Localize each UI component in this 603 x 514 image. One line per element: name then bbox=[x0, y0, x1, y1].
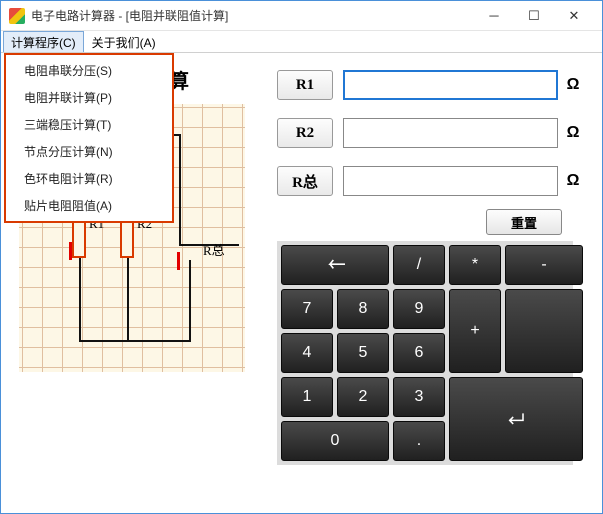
key-4[interactable]: 4 bbox=[281, 333, 333, 373]
key-6[interactable]: 6 bbox=[393, 333, 445, 373]
key-subtract[interactable]: - bbox=[505, 245, 583, 285]
key-2[interactable]: 2 bbox=[337, 377, 389, 417]
key-0[interactable]: 0 bbox=[281, 421, 389, 461]
close-button[interactable]: ✕ bbox=[554, 2, 594, 30]
key-3[interactable]: 3 bbox=[393, 377, 445, 417]
key-add[interactable]: + bbox=[449, 289, 501, 373]
unit-r2: Ω bbox=[562, 124, 584, 142]
menu-calc[interactable]: 计算程序(C) 电阻串联分压(S) 电阻并联计算(P) 三端稳压计算(T) 节点… bbox=[3, 31, 84, 52]
key-9[interactable]: 9 bbox=[393, 289, 445, 329]
key-multiply[interactable]: * bbox=[449, 245, 501, 285]
key-5[interactable]: 5 bbox=[337, 333, 389, 373]
key-backspace[interactable] bbox=[281, 245, 389, 285]
field-row-r2: R2 Ω bbox=[277, 113, 584, 153]
label-r1: R1 bbox=[277, 70, 333, 100]
field-row-rtotal: R总 Ω bbox=[277, 161, 584, 201]
menu-about-label: 关于我们(A) bbox=[92, 36, 156, 50]
menu-calc-dropdown: 电阻串联分压(S) 电阻并联计算(P) 三端稳压计算(T) 节点分压计算(N) … bbox=[4, 53, 174, 223]
window-title: 电子电路计算器 - [电阻并联阻值计算] bbox=[31, 7, 474, 24]
reset-button[interactable]: 重置 bbox=[486, 209, 562, 235]
input-r2[interactable] bbox=[343, 118, 558, 148]
label-r2: R2 bbox=[277, 118, 333, 148]
menu-item-colorring[interactable]: 色环电阻计算(R) bbox=[6, 165, 172, 192]
field-row-r1: R1 Ω bbox=[277, 65, 584, 105]
menu-item-parallel[interactable]: 电阻并联计算(P) bbox=[6, 84, 172, 111]
input-r1[interactable] bbox=[343, 70, 558, 100]
menu-item-node[interactable]: 节点分压计算(N) bbox=[6, 138, 172, 165]
minimize-button[interactable]: ─ bbox=[474, 2, 514, 30]
key-spacer-right[interactable] bbox=[505, 289, 583, 373]
unit-rtotal: Ω bbox=[562, 172, 584, 190]
app-icon bbox=[9, 8, 25, 24]
backspace-icon bbox=[325, 258, 345, 272]
key-1[interactable]: 1 bbox=[281, 377, 333, 417]
right-pane: R1 Ω R2 Ω R总 Ω 重置 / * - 7 8 9 bbox=[249, 65, 584, 505]
keypad: / * - 7 8 9 + 4 5 6 1 2 3 0 . bbox=[277, 241, 573, 465]
input-rtotal[interactable] bbox=[343, 166, 558, 196]
menu-about[interactable]: 关于我们(A) bbox=[84, 31, 164, 52]
enter-icon bbox=[506, 412, 526, 426]
key-dot[interactable]: . bbox=[393, 421, 445, 461]
key-divide[interactable]: / bbox=[393, 245, 445, 285]
key-7[interactable]: 7 bbox=[281, 289, 333, 329]
reset-row: 重置 bbox=[277, 209, 562, 235]
unit-r1: Ω bbox=[562, 76, 584, 94]
menu-item-regulator[interactable]: 三端稳压计算(T) bbox=[6, 111, 172, 138]
menubar: 计算程序(C) 电阻串联分压(S) 电阻并联计算(P) 三端稳压计算(T) 节点… bbox=[1, 31, 602, 53]
diagram-tick bbox=[69, 242, 72, 260]
key-enter[interactable] bbox=[449, 377, 583, 461]
menu-item-smd[interactable]: 贴片电阻阻值(A) bbox=[6, 192, 172, 219]
maximize-button[interactable]: ☐ bbox=[514, 2, 554, 30]
titlebar: 电子电路计算器 - [电阻并联阻值计算] ─ ☐ ✕ bbox=[1, 1, 602, 31]
menu-calc-label: 计算程序(C) bbox=[11, 36, 76, 50]
menu-item-series[interactable]: 电阻串联分压(S) bbox=[6, 57, 172, 84]
diagram-rtotal-label: R总 bbox=[203, 240, 225, 259]
key-8[interactable]: 8 bbox=[337, 289, 389, 329]
diagram-tick bbox=[177, 252, 180, 270]
label-rtotal: R总 bbox=[277, 166, 333, 196]
